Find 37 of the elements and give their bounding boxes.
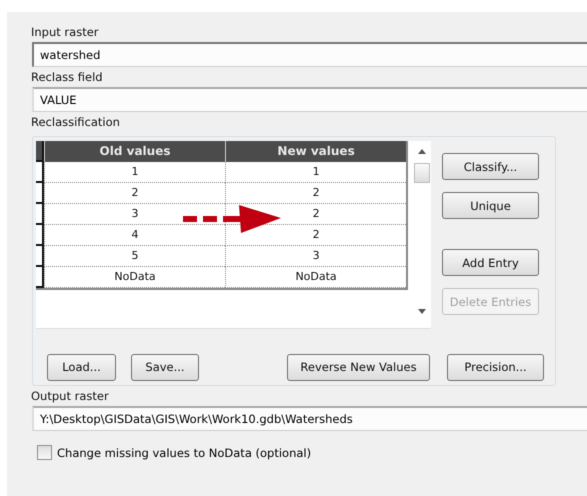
row-header[interactable] bbox=[36, 204, 44, 225]
table-cell: 2 bbox=[44, 183, 226, 204]
table-cell: NoData bbox=[225, 267, 406, 288]
corner-header bbox=[36, 141, 44, 162]
table-cell: 1 bbox=[44, 162, 226, 183]
action-button[interactable]: Load... bbox=[47, 354, 116, 381]
scroll-down-icon[interactable] bbox=[418, 309, 426, 314]
table-cell: 5 bbox=[44, 246, 226, 267]
field-label: Input raster bbox=[31, 24, 100, 40]
input-field[interactable]: VALUE bbox=[32, 87, 587, 112]
scroll-thumb[interactable] bbox=[414, 163, 430, 183]
row-header[interactable] bbox=[36, 246, 44, 267]
side-button[interactable]: Classify... bbox=[442, 153, 539, 180]
field-label: Reclass field bbox=[31, 69, 104, 85]
action-button[interactable]: Precision... bbox=[447, 354, 544, 381]
row-header[interactable] bbox=[36, 183, 44, 204]
column-header[interactable]: Old values bbox=[44, 141, 226, 162]
action-button[interactable]: Reverse New Values bbox=[287, 354, 430, 381]
input-field[interactable]: watershed bbox=[32, 42, 587, 67]
table-cell: NoData bbox=[44, 267, 226, 288]
side-button[interactable]: Add Entry bbox=[442, 249, 539, 276]
table-cell: 3 bbox=[225, 246, 406, 267]
table-cell: 1 bbox=[225, 162, 406, 183]
checkbox-label: Change missing values to NoData (optional) bbox=[57, 446, 312, 460]
action-button[interactable]: Save... bbox=[131, 354, 199, 381]
checkbox[interactable] bbox=[37, 445, 52, 460]
row-header[interactable] bbox=[36, 267, 44, 288]
table-cell: 4 bbox=[44, 225, 226, 246]
column-header[interactable]: New values bbox=[225, 141, 406, 162]
row-header[interactable] bbox=[36, 162, 44, 183]
row-header[interactable] bbox=[36, 225, 44, 246]
table-cell: 2 bbox=[225, 183, 406, 204]
group-label: Reclassification bbox=[31, 114, 121, 130]
field-label: Output raster bbox=[31, 388, 110, 404]
input-field[interactable]: Y:\Desktop\GISData\GIS\Work\Work10.gdb\Watersheds bbox=[32, 406, 587, 431]
scroll-up-icon[interactable] bbox=[418, 149, 426, 154]
side-button[interactable]: Unique bbox=[442, 192, 539, 219]
